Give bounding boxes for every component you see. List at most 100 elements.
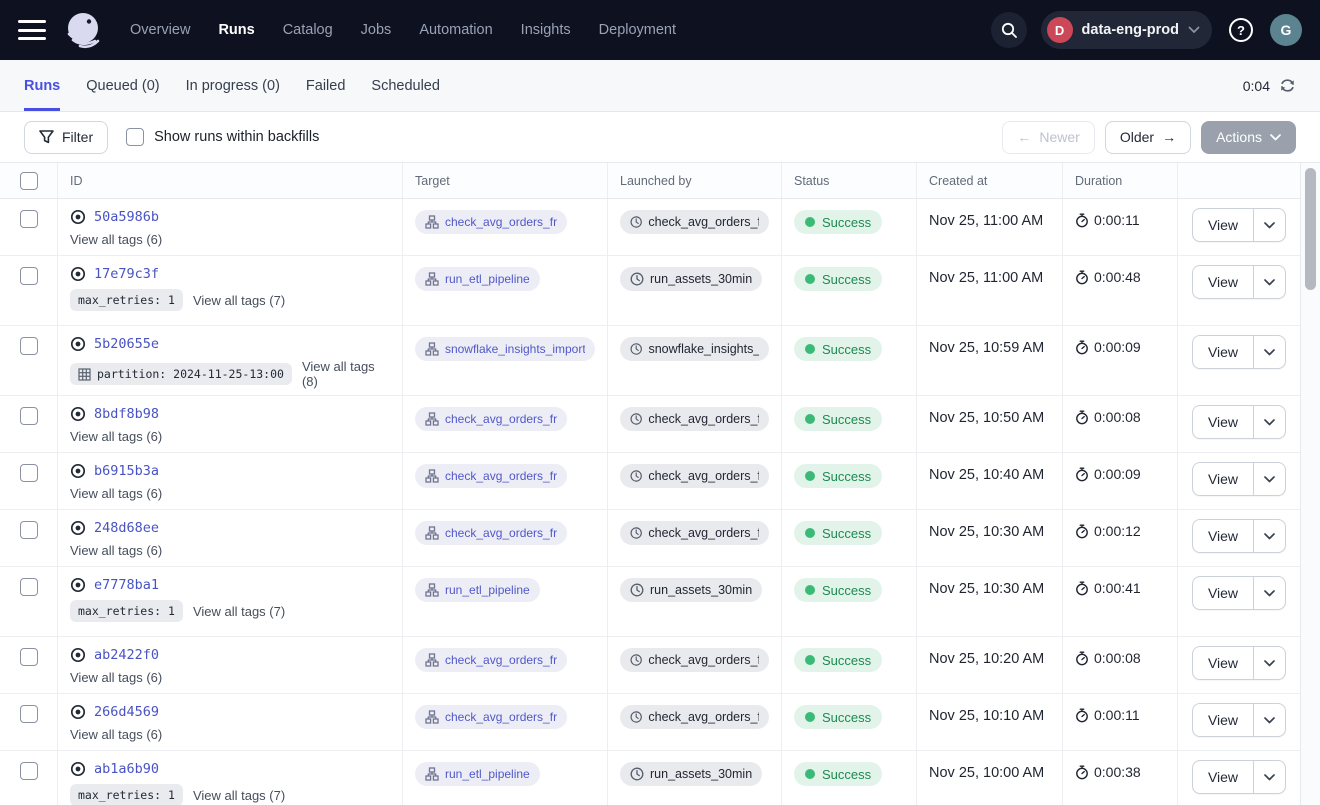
launched-by-pill[interactable]: snowflake_insights_… [620, 337, 769, 361]
column-header-actions [1178, 163, 1300, 198]
view-all-tags-link[interactable]: View all tags (6) [70, 486, 162, 501]
view-button[interactable]: View [1193, 704, 1253, 736]
view-dropdown-button[interactable] [1253, 577, 1285, 609]
view-all-tags-link[interactable]: View all tags (7) [193, 293, 285, 308]
view-all-tags-link[interactable]: View all tags (8) [302, 359, 390, 389]
help-button[interactable]: ? [1226, 15, 1256, 45]
view-dropdown-button[interactable] [1253, 647, 1285, 679]
nav-item-automation[interactable]: Automation [419, 22, 492, 38]
scrollbar-track[interactable] [1300, 163, 1320, 805]
user-avatar[interactable]: G [1270, 14, 1302, 46]
view-dropdown-button[interactable] [1253, 761, 1285, 793]
search-button[interactable] [991, 12, 1027, 48]
view-all-tags-link[interactable]: View all tags (6) [70, 670, 162, 685]
view-dropdown-button[interactable] [1253, 704, 1285, 736]
row-checkbox[interactable] [20, 521, 38, 539]
target-pill[interactable]: check_avg_orders_freshne [415, 648, 567, 672]
row-checkbox[interactable] [20, 705, 38, 723]
run-id-link[interactable]: 50a5986b [94, 209, 159, 225]
refresh-icon[interactable] [1279, 77, 1296, 94]
view-dropdown-button[interactable] [1253, 406, 1285, 438]
view-all-tags-link[interactable]: View all tags (6) [70, 232, 162, 247]
hamburger-menu-icon[interactable] [18, 20, 46, 40]
run-id-link[interactable]: 5b20655e [94, 336, 159, 352]
target-pill[interactable]: snowflake_insights_import [415, 337, 595, 361]
view-button[interactable]: View [1193, 336, 1253, 368]
view-dropdown-button[interactable] [1253, 463, 1285, 495]
view-all-tags-link[interactable]: View all tags (6) [70, 429, 162, 444]
run-id-link[interactable]: 266d4569 [94, 704, 159, 720]
view-button[interactable]: View [1193, 406, 1253, 438]
older-button[interactable]: Older→ [1105, 121, 1191, 154]
view-dropdown-button[interactable] [1253, 520, 1285, 552]
launched-by-pill[interactable]: run_assets_30min [620, 578, 762, 602]
view-all-tags-link[interactable]: View all tags (6) [70, 727, 162, 742]
row-checkbox[interactable] [20, 210, 38, 228]
view-button[interactable]: View [1193, 266, 1253, 298]
view-dropdown-button[interactable] [1253, 336, 1285, 368]
target-pill[interactable]: check_avg_orders_freshne [415, 705, 567, 729]
tab-scheduled[interactable]: Scheduled [371, 60, 440, 111]
run-id-link[interactable]: ab2422f0 [94, 647, 159, 663]
run-id-link[interactable]: 8bdf8b98 [94, 406, 159, 422]
launched-by-pill[interactable]: check_avg_orders_f… [620, 648, 769, 672]
table-row: 248d68ee View all tags (6) check_avg_ord… [0, 510, 1300, 567]
show-backfills-checkbox[interactable] [126, 128, 144, 146]
row-checkbox[interactable] [20, 648, 38, 666]
newer-button[interactable]: ←Newer [1002, 121, 1094, 154]
status-badge: Success [794, 521, 882, 545]
row-checkbox[interactable] [20, 407, 38, 425]
launched-by-pill[interactable]: check_avg_orders_f… [620, 705, 769, 729]
target-pill[interactable]: run_etl_pipeline [415, 267, 540, 291]
row-checkbox[interactable] [20, 337, 38, 355]
select-all-checkbox[interactable] [20, 172, 38, 190]
actions-button[interactable]: Actions [1201, 121, 1296, 154]
view-button[interactable]: View [1193, 647, 1253, 679]
view-button[interactable]: View [1193, 209, 1253, 241]
scrollbar-thumb[interactable] [1305, 168, 1316, 290]
dagster-logo[interactable] [62, 8, 106, 52]
launched-by-pill[interactable]: check_avg_orders_f… [620, 464, 769, 488]
target-pill[interactable]: check_avg_orders_freshne [415, 210, 567, 234]
row-checkbox[interactable] [20, 762, 38, 780]
launched-by-pill[interactable]: check_avg_orders_f… [620, 210, 769, 234]
view-dropdown-button[interactable] [1253, 209, 1285, 241]
view-button[interactable]: View [1193, 577, 1253, 609]
nav-item-jobs[interactable]: Jobs [361, 22, 392, 38]
workspace-switcher[interactable]: D data-eng-prod [1041, 11, 1212, 49]
row-checkbox[interactable] [20, 578, 38, 596]
target-pill[interactable]: check_avg_orders_freshne [415, 521, 567, 545]
run-id-link[interactable]: ab1a6b90 [94, 761, 159, 777]
target-pill[interactable]: check_avg_orders_freshne [415, 407, 567, 431]
view-button[interactable]: View [1193, 761, 1253, 793]
target-pill[interactable]: check_avg_orders_freshne [415, 464, 567, 488]
target-pill[interactable]: run_etl_pipeline [415, 578, 540, 602]
tab-queued-0[interactable]: Queued (0) [86, 60, 159, 111]
row-checkbox[interactable] [20, 464, 38, 482]
launched-by-pill[interactable]: run_assets_30min [620, 762, 762, 786]
launched-by-pill[interactable]: check_avg_orders_f… [620, 521, 769, 545]
view-all-tags-link[interactable]: View all tags (6) [70, 543, 162, 558]
launched-by-pill[interactable]: run_assets_30min [620, 267, 762, 291]
run-id-link[interactable]: 17e79c3f [94, 266, 159, 282]
target-pill[interactable]: run_etl_pipeline [415, 762, 540, 786]
nav-item-insights[interactable]: Insights [521, 22, 571, 38]
nav-item-catalog[interactable]: Catalog [283, 22, 333, 38]
nav-item-runs[interactable]: Runs [218, 22, 254, 38]
run-id-link[interactable]: b6915b3a [94, 463, 159, 479]
view-all-tags-link[interactable]: View all tags (7) [193, 788, 285, 803]
view-dropdown-button[interactable] [1253, 266, 1285, 298]
run-id-link[interactable]: 248d68ee [94, 520, 159, 536]
run-id-link[interactable]: e7778ba1 [94, 577, 159, 593]
tab-runs[interactable]: Runs [24, 60, 60, 111]
view-button[interactable]: View [1193, 463, 1253, 495]
row-checkbox[interactable] [20, 267, 38, 285]
tab-in-progress-0[interactable]: In progress (0) [186, 60, 280, 111]
view-button[interactable]: View [1193, 520, 1253, 552]
tab-failed[interactable]: Failed [306, 60, 346, 111]
nav-item-deployment[interactable]: Deployment [599, 22, 676, 38]
view-all-tags-link[interactable]: View all tags (7) [193, 604, 285, 619]
filter-button[interactable]: Filter [24, 121, 108, 154]
launched-by-pill[interactable]: check_avg_orders_f… [620, 407, 769, 431]
nav-item-overview[interactable]: Overview [130, 22, 190, 38]
